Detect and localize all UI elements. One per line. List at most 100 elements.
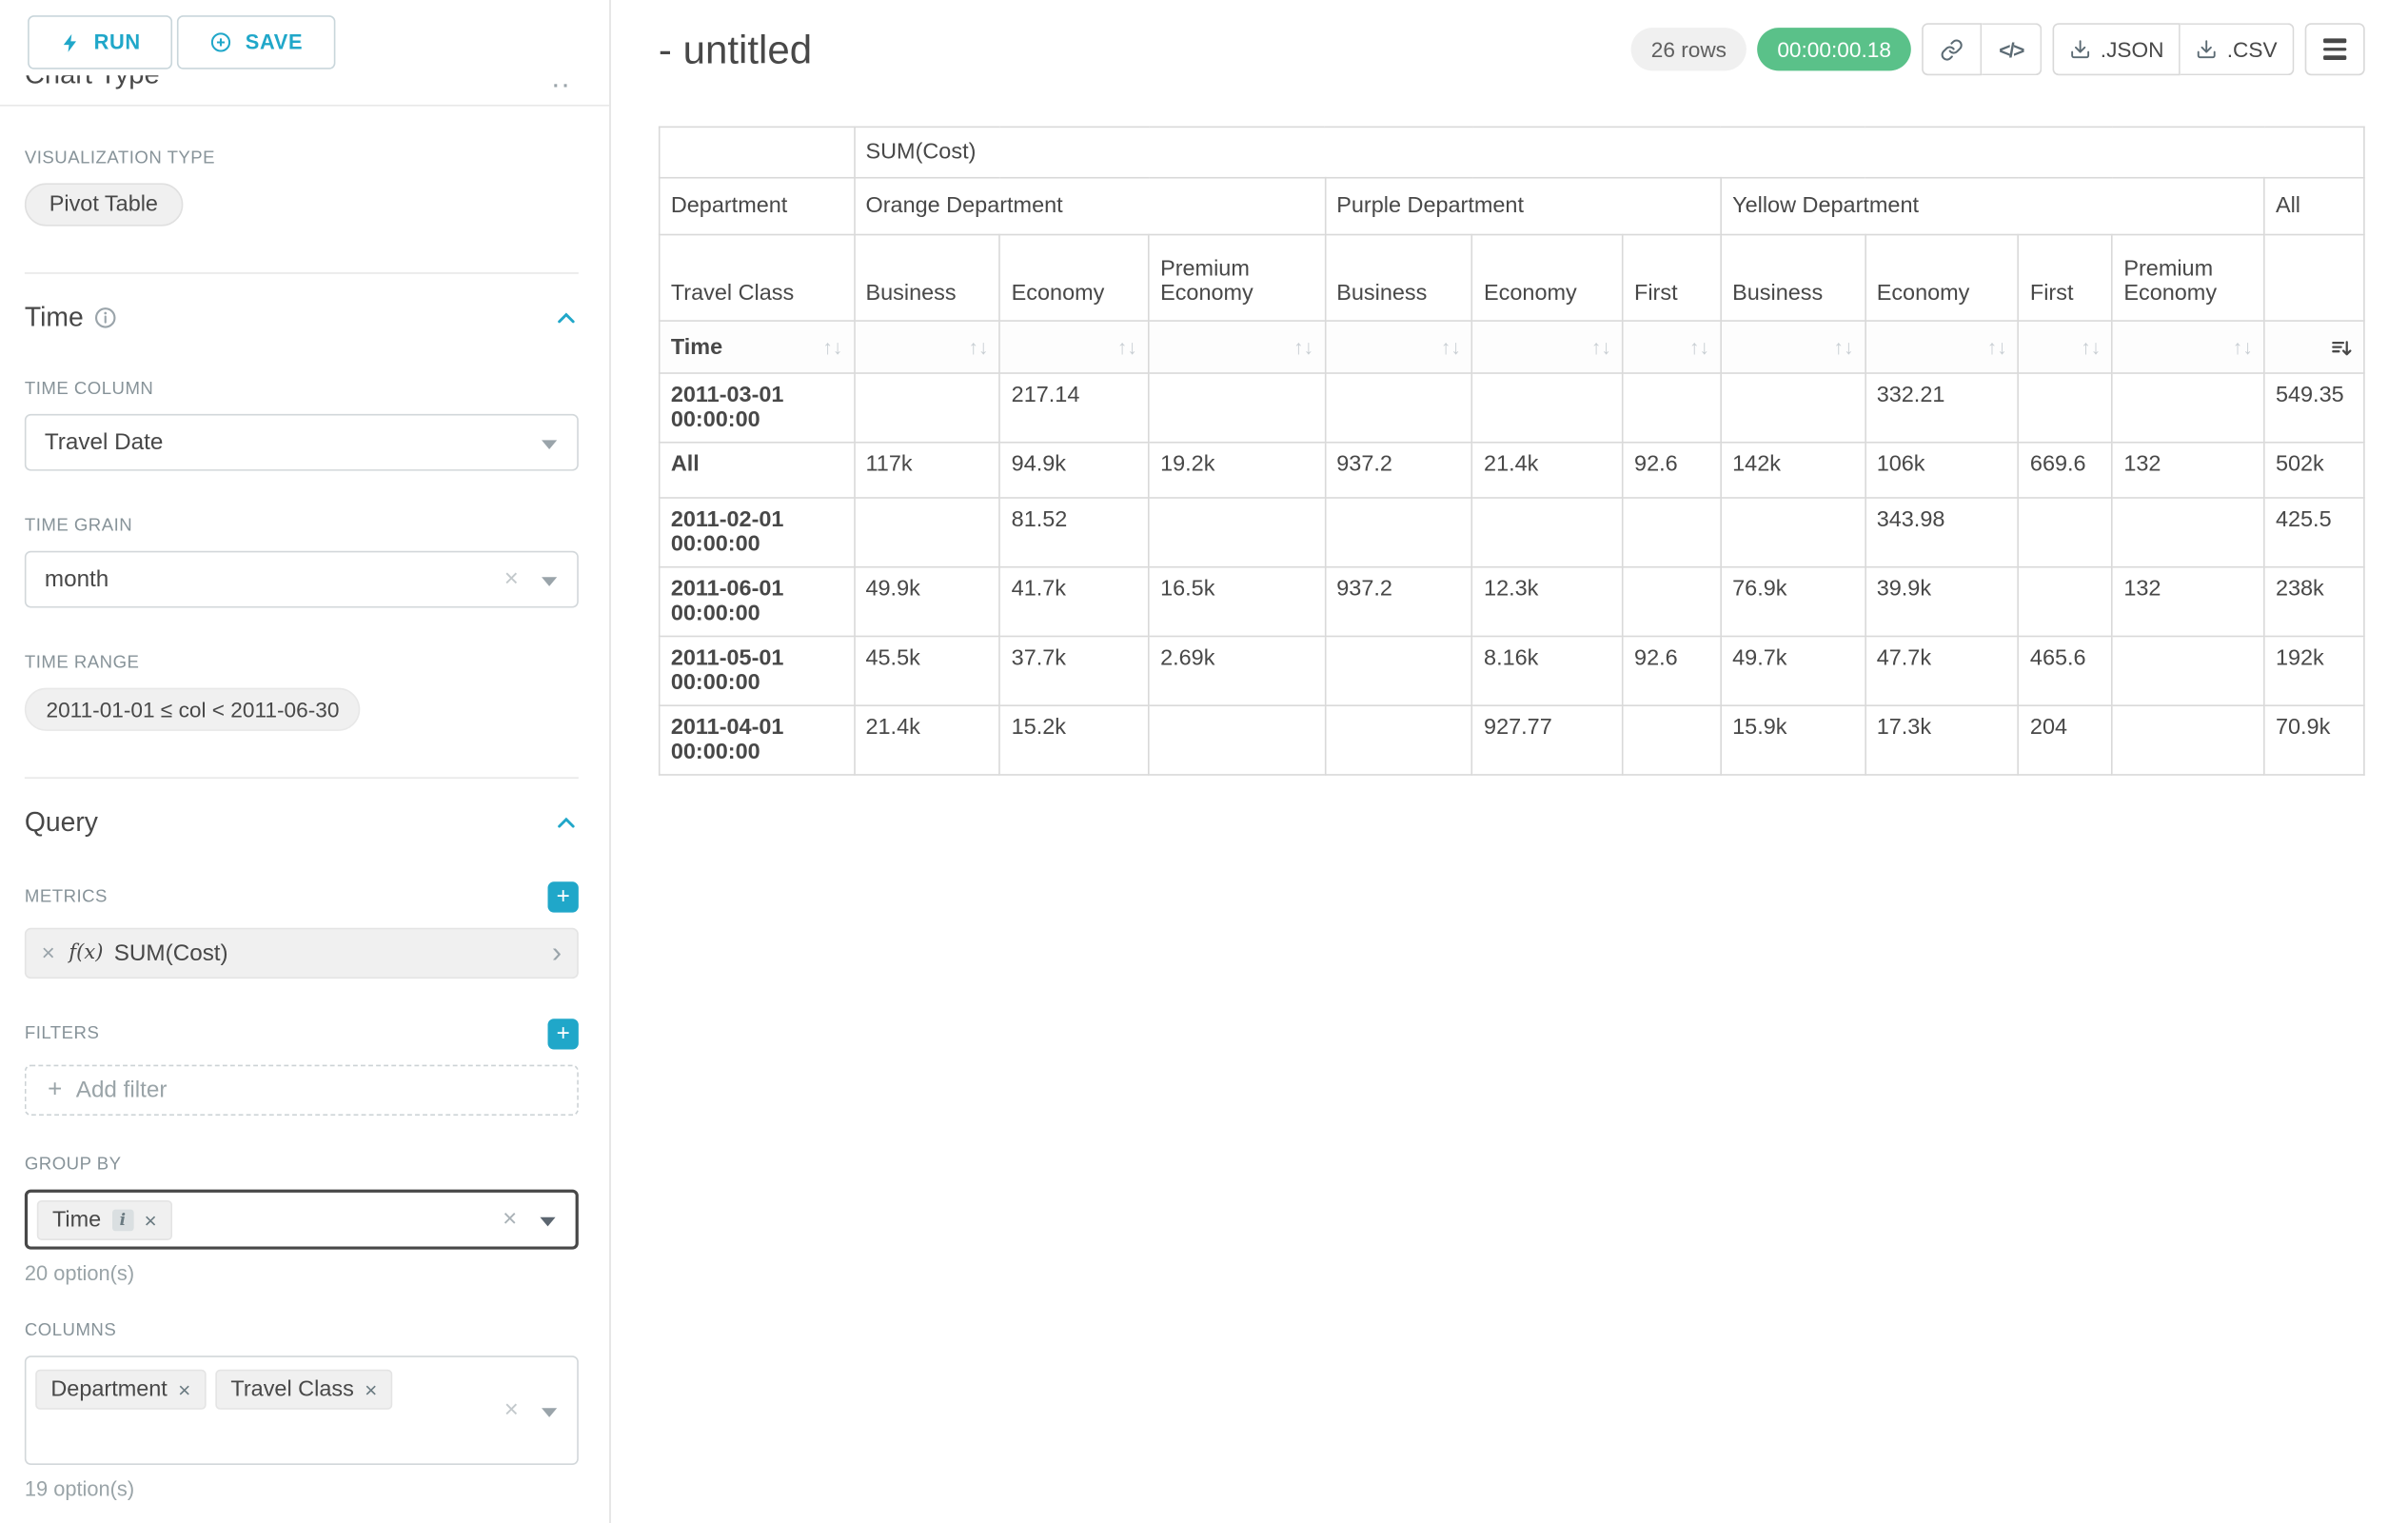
pivot-value-cell xyxy=(2019,498,2112,567)
pivot-value-cell xyxy=(1472,498,1623,567)
pivot-value-cell: 39.9k xyxy=(1865,567,2019,637)
pivot-value-cell: 927.77 xyxy=(1472,705,1623,775)
copy-link-button[interactable] xyxy=(1922,23,1982,75)
sort-arrows-icon[interactable]: ↑↓ xyxy=(968,335,988,358)
pivot-value-cell xyxy=(2019,373,2112,443)
pivot-value-cell xyxy=(2112,373,2264,443)
time-grain-select[interactable]: month × xyxy=(25,551,579,608)
controls-body: VISUALIZATION TYPE Pivot Table Time TIME… xyxy=(0,149,609,1500)
pivot-group-header: Orange Department xyxy=(854,178,1325,235)
export-csv-button[interactable]: .CSV xyxy=(2181,23,2294,75)
pivot-value-cell: 217.14 xyxy=(1000,373,1149,443)
value-chip[interactable]: Department× xyxy=(35,1370,206,1410)
pivot-sort-cell: ↑↓ xyxy=(1149,321,1325,373)
chevron-right-icon[interactable]: › xyxy=(552,939,562,968)
pivot-value-cell: 142k xyxy=(1721,443,1865,498)
query-section-title: Query xyxy=(25,806,98,839)
sort-arrows-icon[interactable]: ↑↓ xyxy=(1441,335,1461,358)
pivot-value-cell xyxy=(1149,373,1325,443)
time-range-chip[interactable]: 2011-01-01 ≤ col < 2011-06-30 xyxy=(25,688,361,731)
pivot-value-cell: 17.3k xyxy=(1865,705,2019,775)
time-section-header[interactable]: Time xyxy=(25,302,579,334)
sort-arrows-icon[interactable]: ↑↓ xyxy=(1833,335,1853,358)
add-metric-button[interactable]: + xyxy=(548,881,579,912)
remove-chip-icon[interactable]: × xyxy=(365,1378,377,1400)
sort-descending-icon[interactable] xyxy=(2330,335,2353,358)
sort-arrows-icon[interactable]: ↑↓ xyxy=(1987,335,2007,358)
pivot-sort-cell: ↑↓ xyxy=(1000,321,1149,373)
pivot-department-label: Department xyxy=(660,178,855,235)
value-chip[interactable]: Travel Class× xyxy=(215,1370,392,1410)
divider xyxy=(25,777,579,779)
add-filter-button[interactable]: + Add filter xyxy=(25,1065,579,1116)
sort-arrows-icon[interactable]: ↑↓ xyxy=(2081,335,2101,358)
sort-arrows-icon[interactable]: ↑↓ xyxy=(2233,335,2253,358)
time-column-value: Travel Date xyxy=(45,429,163,455)
pivot-value-cell xyxy=(1149,498,1325,567)
sort-arrows-icon[interactable]: ↑↓ xyxy=(1117,335,1137,358)
remove-chip-icon[interactable]: × xyxy=(178,1378,190,1400)
sort-arrows-icon[interactable]: ↑↓ xyxy=(1293,335,1313,358)
sort-down-arrow: ↓ xyxy=(1844,335,1854,358)
pivot-value-cell: 669.6 xyxy=(2019,443,2112,498)
value-chip[interactable]: Timei× xyxy=(37,1199,172,1239)
time-grain-label: TIME GRAIN xyxy=(25,517,579,535)
pivot-value-cell: 41.7k xyxy=(1000,567,1149,637)
chevron-up-icon[interactable] xyxy=(554,306,579,330)
remove-metric-icon[interactable]: × xyxy=(42,940,55,966)
save-button[interactable]: SAVE xyxy=(178,15,335,69)
run-button[interactable]: RUN xyxy=(28,15,173,69)
pivot-value-cell: 132 xyxy=(2112,567,2264,637)
query-section-header[interactable]: Query xyxy=(25,806,579,839)
metric-item[interactable]: × f(x) SUM(Cost) › xyxy=(25,928,579,979)
time-grain-value: month xyxy=(45,566,109,592)
clear-icon[interactable]: × xyxy=(503,1207,517,1232)
chevron-down-icon[interactable] xyxy=(540,1216,555,1226)
group-by-select[interactable]: Timei× × xyxy=(25,1190,579,1250)
columns-select[interactable]: Department×Travel Class× × xyxy=(25,1355,579,1465)
clear-icon[interactable]: × xyxy=(504,1398,519,1423)
pivot-value-cell: 343.98 xyxy=(1865,498,2019,567)
pivot-value-cell: 204 xyxy=(2019,705,2112,775)
query-action-bar: RUN SAVE xyxy=(0,0,609,72)
sort-arrows-icon[interactable]: ↑↓ xyxy=(822,335,842,358)
pivot-value-cell xyxy=(1721,498,1865,567)
plus-circle-icon xyxy=(210,30,233,53)
row-count-badge: 26 rows xyxy=(1631,28,1747,70)
pivot-sort-cell: ↑↓ xyxy=(2112,321,2264,373)
time-column-select[interactable]: Travel Date xyxy=(25,414,579,471)
chart-menu-button[interactable] xyxy=(2305,23,2365,75)
export-json-button[interactable]: .JSON xyxy=(2053,23,2181,75)
columns-options-hint: 19 option(s) xyxy=(25,1477,579,1500)
remove-chip-icon[interactable]: × xyxy=(144,1209,156,1231)
clipped-kebab-icon: ·· xyxy=(553,75,572,97)
add-filter-label: Add filter xyxy=(76,1078,168,1103)
pivot-value-cell xyxy=(1623,705,1721,775)
chart-title[interactable]: - untitled xyxy=(659,26,812,73)
chevron-down-icon[interactable] xyxy=(542,1407,557,1416)
pivot-value-cell xyxy=(2112,705,2264,775)
sort-down-arrow: ↓ xyxy=(978,335,989,358)
pivot-class-header: First xyxy=(1623,235,1721,322)
pivot-value-cell: 425.5 xyxy=(2264,498,2364,567)
pivot-row-header: 2011-04-01 00:00:00 xyxy=(660,705,855,775)
info-badge-icon: i xyxy=(112,1209,134,1231)
pivot-value-cell: 238k xyxy=(2264,567,2364,637)
sort-arrows-icon[interactable]: ↑↓ xyxy=(1591,335,1611,358)
export-button-group: .JSON .CSV xyxy=(2053,23,2295,75)
sort-up-arrow: ↑ xyxy=(1293,335,1304,358)
sort-up-arrow: ↑ xyxy=(2233,335,2243,358)
pivot-value-cell xyxy=(854,498,999,567)
pivot-value-cell xyxy=(2112,636,2264,705)
visualization-type-chip[interactable]: Pivot Table xyxy=(25,183,183,226)
add-filter-plus-button[interactable]: + xyxy=(548,1019,579,1049)
sort-down-arrow: ↓ xyxy=(2091,335,2102,358)
chevron-up-icon[interactable] xyxy=(554,810,579,835)
pivot-value-cell: 49.7k xyxy=(1721,636,1865,705)
control-panel-sidebar: RUN SAVE Chart Type ·· VISUALIZATION TYP… xyxy=(0,0,611,1523)
sort-arrows-icon[interactable]: ↑↓ xyxy=(1689,335,1709,358)
embed-code-button[interactable]: </> xyxy=(1982,23,2042,75)
sort-up-arrow: ↑ xyxy=(1117,335,1128,358)
save-button-label: SAVE xyxy=(246,30,303,53)
clear-icon[interactable]: × xyxy=(504,567,519,592)
